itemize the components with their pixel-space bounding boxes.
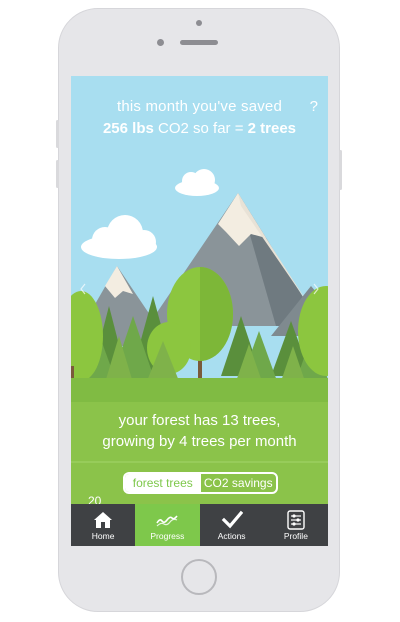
forest-growth-text: growing by 4 trees per month <box>102 433 297 450</box>
home-icon <box>94 511 113 528</box>
profile-icon <box>287 509 305 530</box>
nav-item-actions[interactable]: Actions <box>200 504 264 546</box>
nav-label-home: Home <box>91 530 115 541</box>
savings-text: CO2 so far = <box>153 120 248 137</box>
nav-item-progress[interactable]: Progress <box>135 504 200 546</box>
help-button[interactable]: ? <box>310 98 318 115</box>
forest-count-text: your forest has 13 trees, <box>118 412 281 429</box>
checkmark-icon <box>221 510 243 528</box>
savings-heading: this month you've saved <box>116 98 283 115</box>
savings-trees: 2 trees <box>247 120 297 137</box>
nav-item-home[interactable]: Home <box>71 504 135 546</box>
nav-label-progress: Progress <box>150 530 185 541</box>
phone-side-button <box>339 150 342 190</box>
app-screen: this month you've saved 256 lbs CO2 so f… <box>71 76 328 546</box>
view-toggle: forest trees CO2 savings <box>123 472 278 494</box>
phone-earpiece <box>180 40 218 45</box>
phone-sensor <box>157 39 164 46</box>
nav-item-profile[interactable]: Profile <box>264 504 328 546</box>
forest-summary: your forest has 13 trees, growing by 4 t… <box>71 410 328 452</box>
nav-label-profile: Profile <box>283 530 308 541</box>
toggle-forest-trees[interactable]: forest trees <box>125 474 201 492</box>
savings-summary: 256 lbs CO2 so far = 2 trees <box>71 120 328 137</box>
savings-amount: 256 lbs <box>102 120 154 137</box>
progress-icon <box>156 515 179 526</box>
phone-side-button <box>56 160 59 188</box>
toggle-co2-savings[interactable]: CO2 savings <box>201 474 277 492</box>
nav-label-actions: Actions <box>217 530 246 541</box>
phone-camera <box>196 20 202 26</box>
phone-home-button[interactable] <box>181 559 217 595</box>
phone-side-button <box>56 120 59 148</box>
bottom-nav: Home Progress Actions Profile <box>71 504 328 546</box>
